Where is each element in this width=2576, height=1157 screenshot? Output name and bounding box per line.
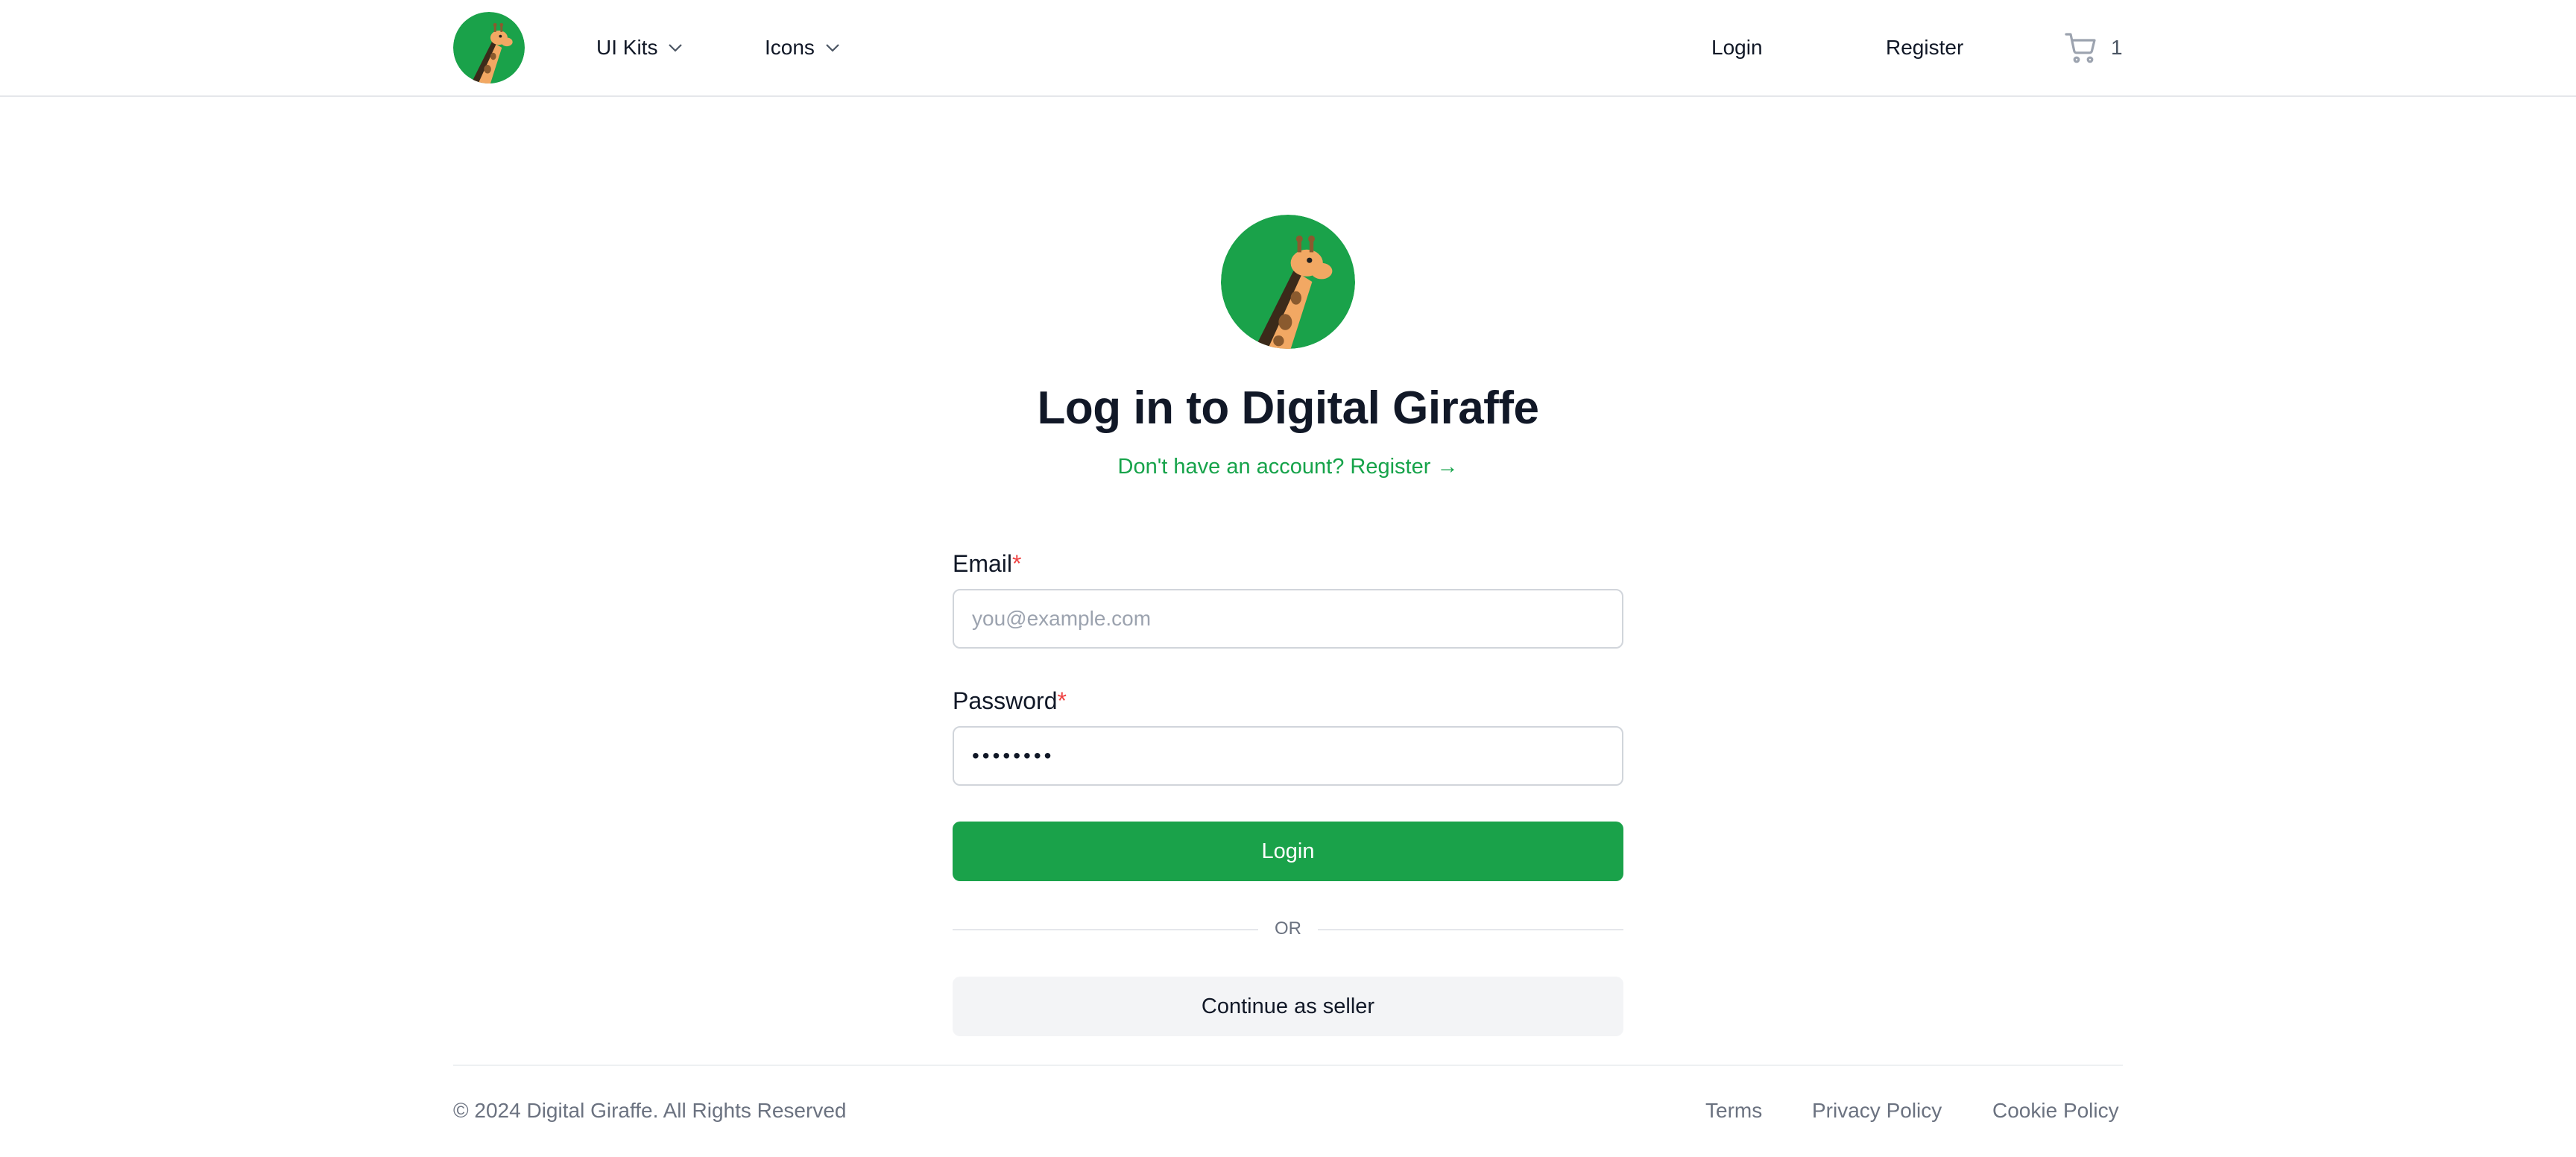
footer-link-terms[interactable]: Terms [1705, 1099, 1762, 1123]
register-link[interactable]: Don't have an account? Register → [0, 455, 2576, 479]
chevron-down-icon [826, 44, 839, 52]
password-field[interactable] [953, 726, 1623, 786]
required-marker: * [1057, 687, 1067, 714]
nav-icons-label: Icons [765, 36, 815, 59]
giraffe-logo[interactable] [453, 12, 525, 83]
nav-ui-kits[interactable]: UI Kits [596, 30, 683, 66]
giraffe-logo-large [1221, 215, 1355, 349]
chevron-down-icon [669, 44, 683, 52]
footer-link-cookie-policy[interactable]: Cookie Policy [1992, 1099, 2119, 1123]
footer-copyright: © 2024 Digital Giraffe. All Rights Reser… [453, 1099, 847, 1122]
email-label: Email* [953, 550, 1021, 578]
nav-icons[interactable]: Icons [765, 30, 840, 66]
page-title: Log in to Digital Giraffe [1037, 382, 1539, 434]
email-field[interactable] [953, 589, 1623, 649]
cart-icon [2065, 33, 2096, 63]
header-register-link[interactable]: Register [1886, 30, 1963, 66]
password-label: Password* [953, 687, 1067, 715]
or-divider: OR [953, 915, 1623, 942]
cart-count: 1 [2111, 36, 2123, 59]
footer-divider [453, 1065, 2123, 1066]
continue-as-seller-button[interactable]: Continue as seller [953, 977, 1623, 1036]
email-label-text: Email [953, 550, 1013, 577]
login-button[interactable]: Login [953, 822, 1623, 881]
nav-ui-kits-label: UI Kits [596, 36, 658, 59]
password-label-text: Password [953, 687, 1058, 714]
footer-link-privacy-policy[interactable]: Privacy Policy [1812, 1099, 1942, 1123]
header-login-link[interactable]: Login [1711, 30, 1763, 66]
divider-line-right [1318, 929, 1623, 930]
top-navbar: UI Kits Icons Login Register 1 [0, 0, 2576, 97]
required-marker: * [1012, 550, 1022, 577]
cart-button[interactable]: 1 [2063, 27, 2123, 69]
